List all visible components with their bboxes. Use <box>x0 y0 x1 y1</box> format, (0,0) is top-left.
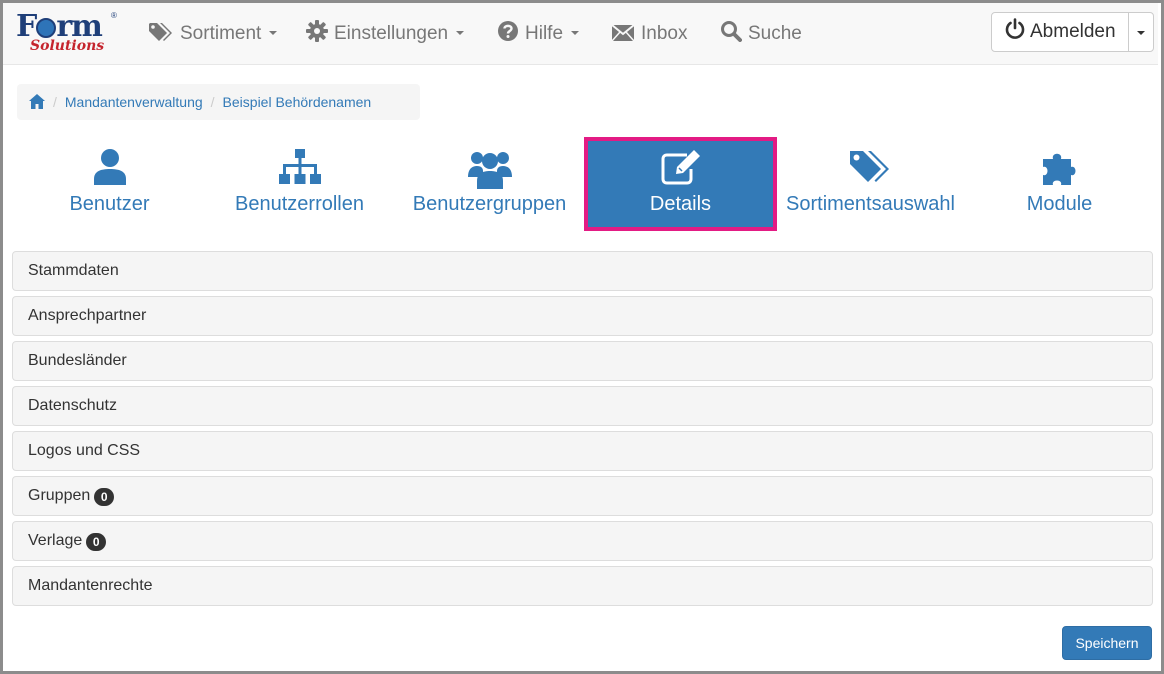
panel-title: Logos und CSS <box>28 442 141 459</box>
nav-suche[interactable]: Suche <box>720 3 802 65</box>
breadcrumb-separator: / <box>53 94 57 110</box>
panel-title: Gruppen <box>28 487 91 504</box>
sitemap-icon <box>278 149 321 184</box>
puzzle-icon <box>1042 153 1075 185</box>
nav-einstellungen[interactable]: Einstellungen <box>306 3 465 65</box>
panel-ansprechpartner[interactable]: Ansprechpartner <box>12 296 1153 336</box>
tags-icon <box>849 151 889 182</box>
panel-title: Bundesländer <box>28 352 127 369</box>
tile-module[interactable]: Module <box>963 137 1156 231</box>
panel-title: Datenschutz <box>28 397 117 414</box>
panel-stammdaten[interactable]: Stammdaten <box>12 251 1153 291</box>
panel-bundeslaender[interactable]: Bundesländer <box>12 341 1153 381</box>
top-navbar: Frm ® Solutions Sortiment Einstellungen … <box>3 3 1158 65</box>
tile-details[interactable]: Details <box>584 137 777 231</box>
chevron-down-icon <box>456 31 465 35</box>
panel-title: Ansprechpartner <box>28 307 147 324</box>
panel-logos-und-css[interactable]: Logos und CSS <box>12 431 1153 471</box>
logo-subtitle: Solutions <box>30 38 105 54</box>
nav-sortiment[interactable]: Sortiment <box>148 3 278 65</box>
chevron-down-icon <box>1137 31 1145 35</box>
edit-icon <box>661 150 700 185</box>
home-icon[interactable] <box>29 94 45 109</box>
chevron-down-icon <box>269 31 278 35</box>
breadcrumb-item-mandantenverwaltung[interactable]: Mandantenverwaltung <box>65 94 203 110</box>
tile-benutzerrollen[interactable]: Benutzerrollen <box>203 137 396 231</box>
power-icon <box>1005 18 1025 39</box>
tile-module-label: Module <box>1026 193 1093 215</box>
nav-inbox[interactable]: Inbox <box>611 3 687 65</box>
globe-icon <box>36 18 57 38</box>
save-button[interactable]: Speichern <box>1062 626 1152 660</box>
chevron-down-icon <box>571 31 580 35</box>
form-solutions-logo[interactable]: Frm ® Solutions <box>16 9 120 57</box>
nav-sortiment-label: Sortiment <box>180 23 262 44</box>
nav-suche-label: Suche <box>748 23 802 44</box>
logo-registered: ® <box>111 11 117 20</box>
tile-benutzergruppen[interactable]: Benutzergruppen <box>393 137 586 231</box>
logout-button[interactable]: Abmelden <box>991 12 1129 52</box>
tile-sortimentsauswahl[interactable]: Sortimentsauswahl <box>774 137 967 231</box>
question-circle-icon <box>498 21 518 41</box>
panel-title: Verlage <box>28 532 83 549</box>
panel-verlage[interactable]: Verlage 0 <box>12 521 1153 561</box>
user-icon <box>93 149 126 185</box>
envelope-icon <box>611 24 635 42</box>
panel-datenschutz[interactable]: Datenschutz <box>12 386 1153 426</box>
logout-dropdown-toggle[interactable] <box>1128 12 1154 52</box>
breadcrumb: / Mandantenverwaltung / Beispiel Behördenam… <box>17 84 420 120</box>
tags-icon <box>149 23 172 41</box>
panel-title: Mandantenrechte <box>28 577 153 594</box>
breadcrumb-item-behoerdenamen[interactable]: Beispiel Behördenamen <box>223 94 372 110</box>
nav-hilfe[interactable]: Hilfe <box>497 3 580 65</box>
users-icon <box>467 152 512 189</box>
count-badge: 0 <box>86 533 107 551</box>
nav-inbox-label: Inbox <box>641 23 688 44</box>
breadcrumb-separator: / <box>210 94 215 110</box>
nav-einstellungen-label: Einstellungen <box>334 23 449 44</box>
panel-title: Stammdaten <box>28 262 119 279</box>
gear-icon <box>306 20 328 42</box>
panel-mandantenrechte[interactable]: Mandantenrechte <box>12 566 1153 606</box>
nav-hilfe-label: Hilfe <box>525 23 564 44</box>
logout-label: Abmelden <box>1030 21 1116 42</box>
count-badge: 0 <box>94 488 115 506</box>
search-icon <box>721 21 742 42</box>
tile-benutzer[interactable]: Benutzer <box>13 137 206 231</box>
panel-gruppen[interactable]: Gruppen 0 <box>12 476 1153 516</box>
